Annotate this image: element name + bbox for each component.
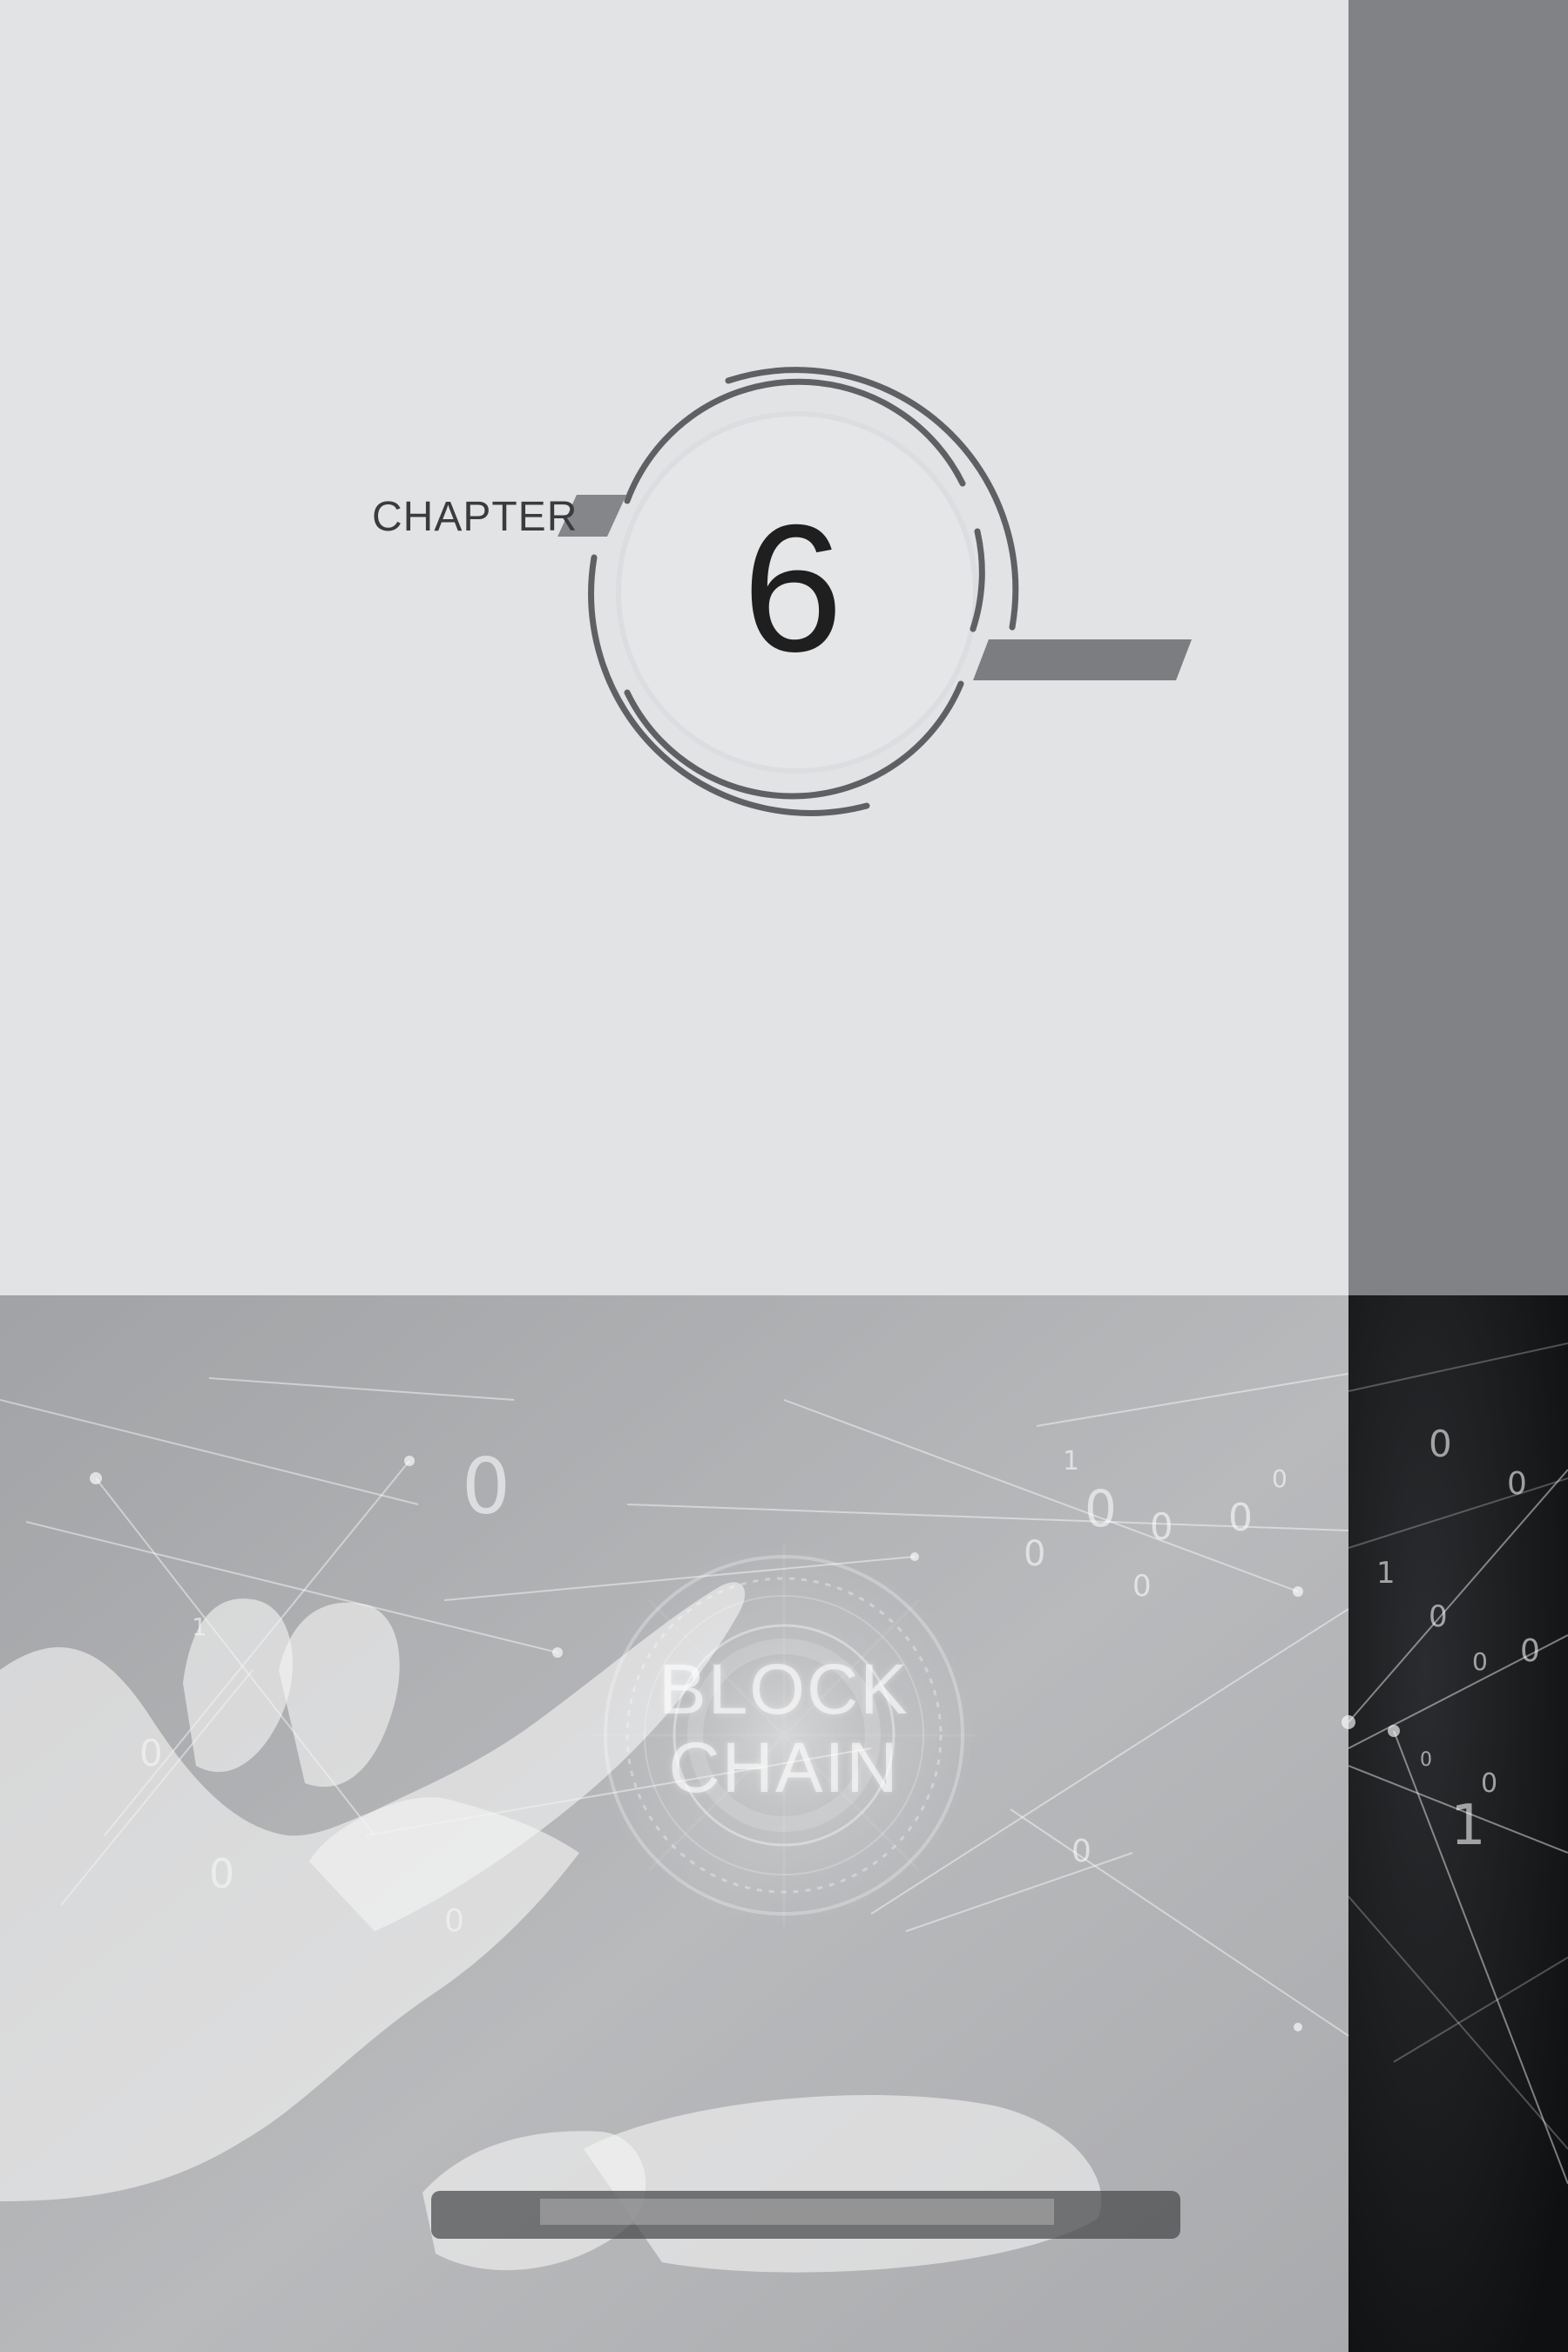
svg-text:1: 1: [1450, 1794, 1486, 1858]
blockchain-hero-image: 0 0 0 0 0 0 0 1 0 0 1 0 0 0 1 0 0 0 1 0: [0, 1295, 1568, 2352]
svg-text:1: 1: [1376, 1556, 1396, 1591]
svg-text:0: 0: [1071, 1834, 1092, 1869]
svg-text:0: 0: [1520, 1633, 1540, 1669]
svg-text:0: 0: [1429, 1423, 1452, 1465]
blockchain-illustration: 0 0 0 0 0 0 0 1 0 0 1 0 0 0 1 0 0 0 1 0: [0, 1295, 1568, 2352]
svg-text:0: 0: [1272, 1464, 1288, 1493]
svg-text:0: 0: [462, 1442, 510, 1531]
book-chapter-opener-page: CHAPTER 6 0 0 0 0 0 0 0 1 0 0 1 0 0 0 1 …: [0, 0, 1568, 2352]
svg-text:0: 0: [1481, 1768, 1497, 1799]
svg-text:0: 0: [1024, 1534, 1045, 1574]
chapter-number-accent-bar: [973, 639, 1192, 680]
chapter-label: CHAPTER: [372, 494, 578, 540]
phone-device: [431, 2191, 1180, 2239]
svg-text:1: 1: [1063, 1446, 1079, 1477]
svg-text:0: 0: [1132, 1569, 1152, 1604]
svg-text:0: 0: [1228, 1496, 1253, 1540]
svg-text:0: 0: [1420, 1749, 1432, 1771]
svg-text:0: 0: [1150, 1505, 1173, 1548]
svg-text:0: 0: [1472, 1647, 1488, 1676]
blockchain-title: BLOCK CHAIN: [659, 1650, 909, 1808]
svg-text:0: 0: [1085, 1479, 1117, 1538]
svg-text:0: 0: [1429, 1599, 1448, 1634]
chapter-number: 6: [742, 488, 843, 690]
